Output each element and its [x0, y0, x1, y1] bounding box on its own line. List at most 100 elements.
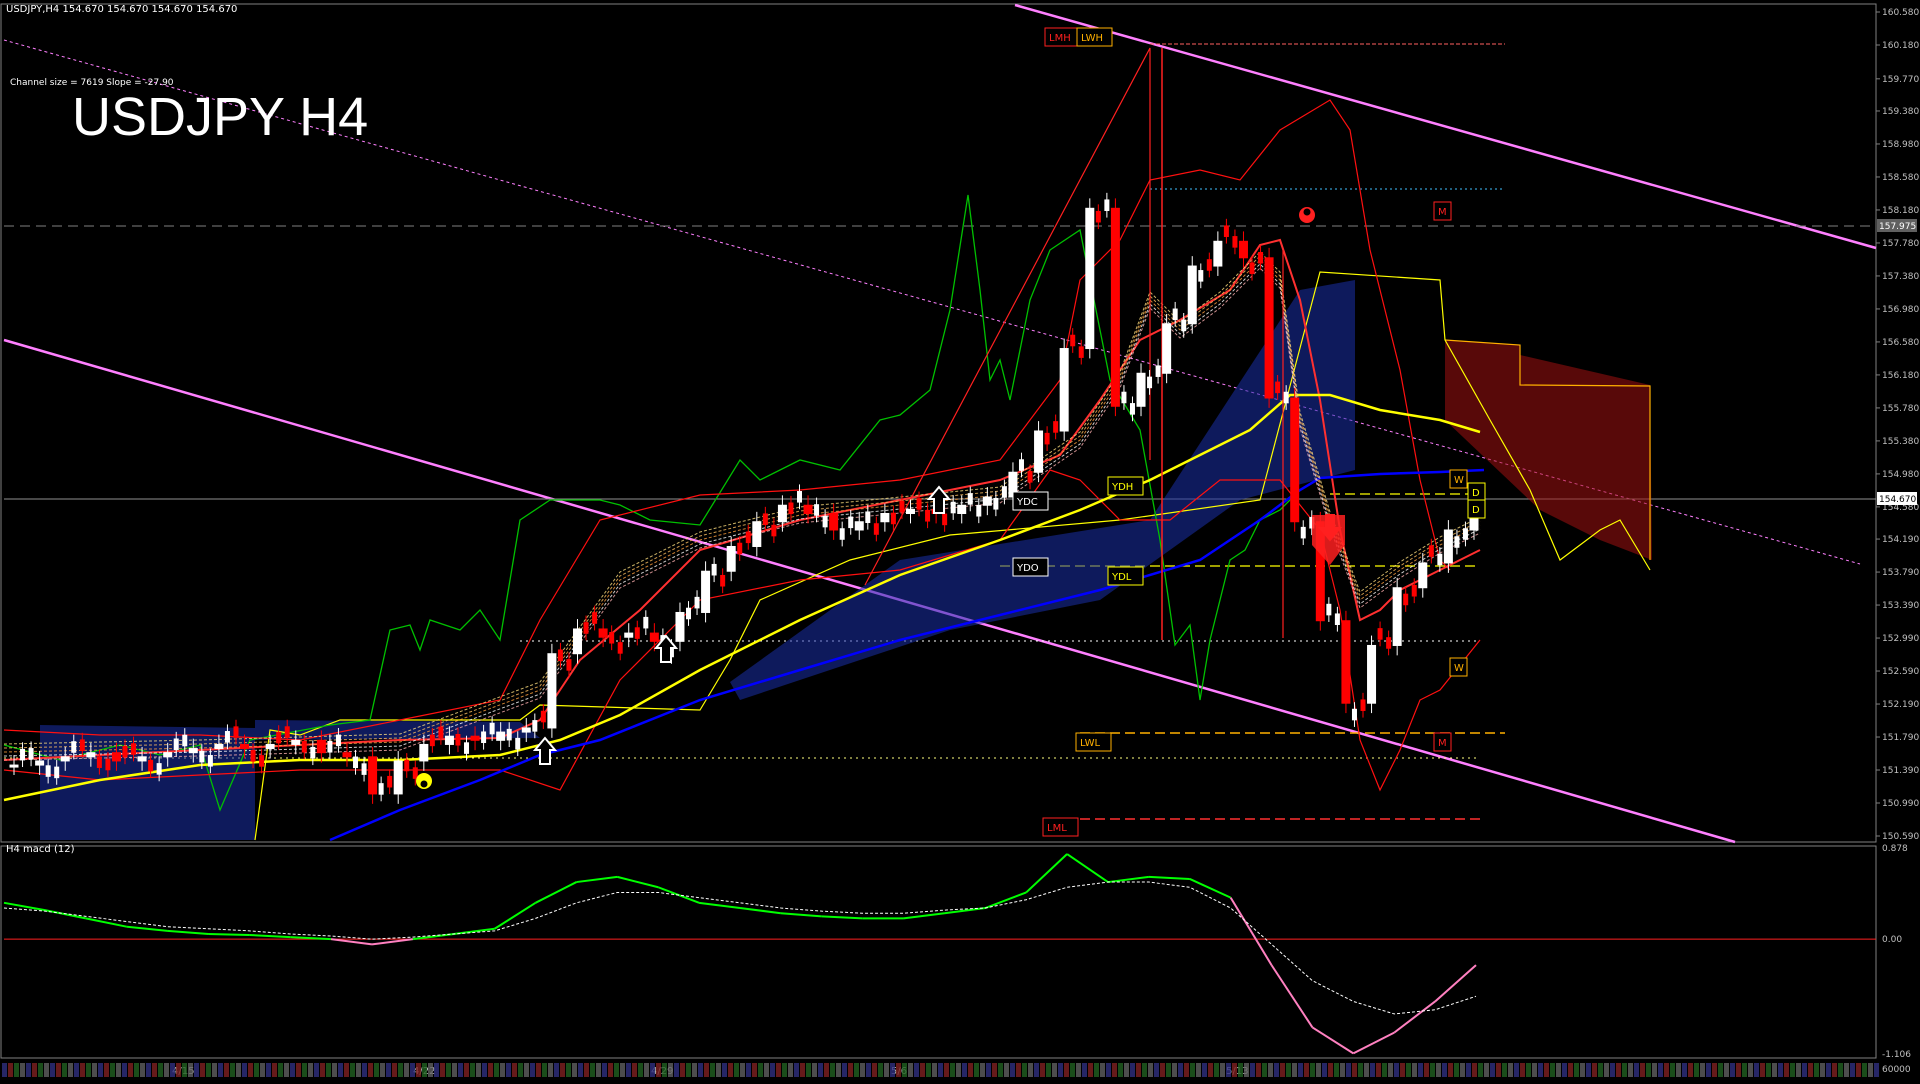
candle-body — [1418, 562, 1428, 589]
macd-line-segment — [1148, 875, 1190, 880]
candle-body — [624, 632, 634, 638]
time-axis-strip — [1316, 1063, 1321, 1077]
candle-body — [1249, 262, 1255, 274]
candle-body — [291, 739, 301, 745]
time-axis-strip — [1754, 1063, 1759, 1077]
time-axis-strip — [98, 1063, 103, 1077]
candle-body — [1443, 529, 1453, 564]
level-label-m: M — [1438, 738, 1447, 749]
candle-body — [368, 756, 378, 795]
candle-body — [916, 498, 922, 510]
time-axis-strip — [1742, 1063, 1747, 1077]
time-axis-strip — [908, 1063, 913, 1077]
price-chart-svg[interactable]: 160.580 160.180 159.770 159.380 158.980 158.5… — [0, 0, 1920, 1080]
time-axis-strip — [410, 1063, 415, 1077]
candle-body — [803, 504, 813, 514]
time-axis-strip — [1202, 1063, 1207, 1077]
time-axis-strip — [1718, 1063, 1723, 1077]
time-axis-strip — [218, 1063, 223, 1077]
time-axis-strip — [404, 1063, 409, 1077]
time-axis-strip — [1574, 1063, 1579, 1077]
time-axis-strip — [248, 1063, 253, 1077]
candle-body — [265, 743, 275, 750]
time-axis-strip — [338, 1063, 343, 1077]
time-axis-strip — [200, 1063, 205, 1077]
candle-body — [1147, 376, 1153, 389]
candle-body — [694, 596, 700, 609]
time-axis-strip — [1298, 1063, 1303, 1077]
candle-body — [1104, 199, 1110, 211]
price-tick-label: 158.580 — [1882, 173, 1919, 183]
time-axis-strip — [932, 1063, 937, 1077]
candle-body — [1059, 348, 1069, 432]
macd-line-segment — [494, 901, 537, 930]
macd-line-segment — [167, 929, 209, 935]
time-axis-strip — [1778, 1063, 1783, 1077]
ema-ribbon-line — [3, 251, 1481, 745]
price-tick-label: 155.780 — [1882, 404, 1919, 414]
candle-body — [1018, 459, 1024, 471]
time-axis-strip — [314, 1063, 319, 1077]
time-axis-strip — [392, 1063, 397, 1077]
candle-body — [1411, 584, 1417, 597]
time-axis-strip — [440, 1063, 445, 1077]
candle-body — [335, 734, 341, 747]
time-axis-strip — [1340, 1063, 1345, 1077]
time-axis-strip — [350, 1063, 355, 1077]
candle-body — [771, 524, 777, 537]
time-axis-strip — [476, 1063, 481, 1077]
level-label-ydo: YDO — [1016, 563, 1039, 574]
candle-body — [240, 743, 250, 750]
time-axis-strip — [1646, 1063, 1651, 1077]
price-tick-label: 157.780 — [1882, 239, 1919, 249]
candle-body — [957, 504, 967, 514]
time-axis-strip — [1028, 1063, 1033, 1077]
candle-body — [20, 748, 26, 761]
time-axis-strip — [512, 1063, 517, 1077]
time-axis-strip — [1532, 1063, 1537, 1077]
time-axis-strip — [1040, 1063, 1045, 1077]
candle-body — [9, 764, 19, 768]
candle-body — [1155, 365, 1161, 377]
macd-tick-label: 0.00 — [1882, 935, 1902, 945]
candle-body — [404, 759, 410, 772]
time-axis-strip — [1616, 1063, 1621, 1077]
candle-body — [737, 542, 743, 555]
candle-body — [316, 739, 326, 754]
time-axis-strip — [1706, 1063, 1711, 1077]
price-tick-label: 158.980 — [1882, 140, 1919, 150]
time-axis-strip — [1772, 1063, 1777, 1077]
candle-body — [122, 746, 128, 758]
time-axis-strip — [1700, 1063, 1705, 1077]
candle-body — [1001, 486, 1007, 498]
time-axis-strip — [1556, 1063, 1561, 1077]
time-axis-strip — [986, 1063, 991, 1077]
time-axis-strip — [968, 1063, 973, 1077]
macd-line-segment — [208, 932, 250, 937]
candle-body — [822, 515, 828, 528]
candle-body — [967, 493, 973, 505]
time-axis-strip — [1826, 1063, 1831, 1077]
macd-line-segment — [617, 875, 659, 889]
price-tick-label: 156.180 — [1882, 371, 1919, 381]
time-axis-strip — [86, 1063, 91, 1077]
price-tick-label: 152.190 — [1882, 700, 1919, 710]
time-axis-strip — [854, 1063, 859, 1077]
time-axis-strip — [770, 1063, 775, 1077]
candle-body — [156, 763, 162, 775]
time-axis-strip — [716, 1063, 721, 1077]
candle-body — [540, 710, 546, 723]
time-axis-strip — [614, 1063, 619, 1077]
price-tick-label: 152.990 — [1882, 634, 1919, 644]
time-axis-strip — [1562, 1063, 1567, 1077]
candle-body — [35, 760, 45, 766]
level-label-lmh: LMH — [1049, 33, 1071, 44]
candle-body — [199, 750, 205, 763]
time-axis-strip — [368, 1063, 373, 1077]
time-axis-strip — [944, 1063, 949, 1077]
macd-line-segment — [1393, 1000, 1436, 1034]
candle-body — [71, 741, 77, 753]
time-axis-strip — [638, 1063, 643, 1077]
time-axis-strip — [830, 1063, 835, 1077]
time-axis-strip — [1838, 1063, 1843, 1077]
